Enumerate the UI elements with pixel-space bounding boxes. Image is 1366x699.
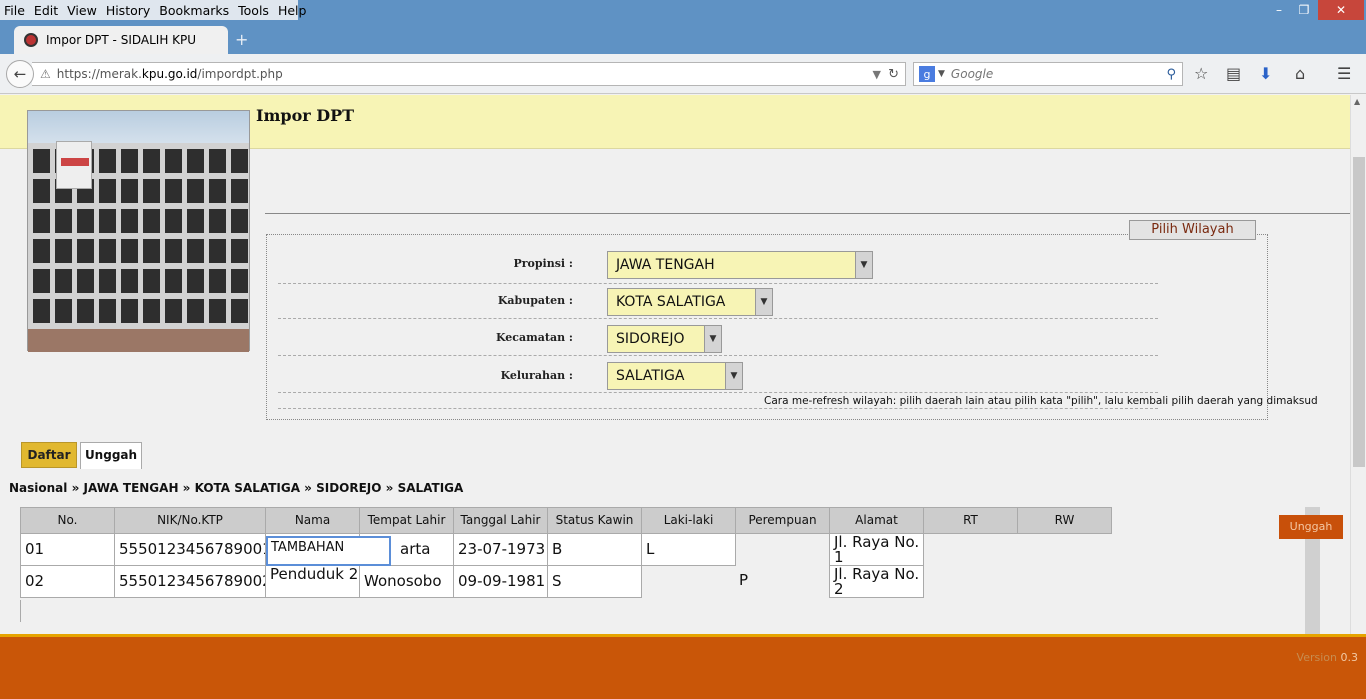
table-header: NIK/No.KTP [114, 507, 266, 534]
table-cell[interactable]: Penduduk 2 [265, 565, 360, 598]
table-bottom-border [20, 600, 1310, 622]
propinsi-label: Propinsi : [513, 257, 573, 270]
region-row-kecamatan: Kecamatan : SIDOREJO ▼ [278, 319, 1158, 356]
menu-history[interactable]: History [106, 3, 150, 18]
table-cell[interactable]: 01 [20, 533, 115, 566]
warning-icon: ⚠ [40, 67, 51, 81]
table-header: Tempat Lahir [359, 507, 454, 534]
table-header: RW [1017, 507, 1112, 534]
menu-bookmarks[interactable]: Bookmarks [159, 3, 229, 18]
breadcrumb: Nasional » JAWA TENGAH » KOTA SALATIGA »… [9, 481, 464, 495]
table-cell[interactable]: S [547, 565, 642, 598]
table-header: RT [923, 507, 1018, 534]
search-input[interactable] [950, 67, 1151, 81]
menu-bar: File Edit View History Bookmarks Tools H… [0, 0, 306, 20]
page-scrollbar[interactable]: ▲ [1350, 95, 1366, 634]
region-row-kelurahan: Kelurahan : SALATIGA ▼ [278, 356, 1158, 393]
kabupaten-select[interactable]: KOTA SALATIGA ▼ [607, 288, 773, 316]
bookmark-star-icon[interactable]: ☆ [1194, 64, 1208, 83]
navigation-bar: ⚠ https://merak.kpu.go.id/impordpt.php ▼… [0, 54, 1366, 94]
reload-icon[interactable]: ↻ [888, 67, 899, 82]
home-icon[interactable]: ⌂ [1295, 64, 1305, 83]
back-button[interactable]: ← [6, 60, 34, 88]
table-header: Nama [265, 507, 360, 534]
bookmarks-list-icon[interactable]: ▤ [1226, 64, 1241, 83]
page-content: Impor DPT Pilih Wilayah Propinsi : JAWA … [0, 95, 1350, 634]
divider [265, 213, 1350, 214]
url-text: https://merak.kpu.go.id/impordpt.php [56, 67, 283, 81]
chevron-down-icon: ▼ [704, 326, 721, 352]
kpu-building-photo [27, 110, 250, 352]
google-icon[interactable]: g [919, 66, 935, 82]
chevron-down-icon: ▼ [755, 289, 772, 315]
table-header: No. [20, 507, 115, 534]
arrow-left-icon: ← [13, 65, 27, 83]
table-cell[interactable]: Wonosobo [359, 565, 454, 598]
scrollbar-thumb[interactable] [1353, 157, 1365, 467]
table-cell[interactable]: 23-07-1973 [453, 533, 548, 566]
scroll-up-icon[interactable]: ▲ [1354, 97, 1360, 106]
favicon-icon [24, 33, 38, 47]
table-header: Status Kawin [547, 507, 642, 534]
table-cell[interactable]: 09-09-1981 [453, 565, 548, 598]
kabupaten-label: Kabupaten : [497, 294, 573, 307]
table-header: Tanggal Lahir [453, 507, 548, 534]
kecamatan-label: Kecamatan : [495, 331, 573, 344]
propinsi-select[interactable]: JAWA TENGAH ▼ [607, 251, 873, 279]
region-row-kabupaten: Kabupaten : KOTA SALATIGA ▼ [278, 284, 1158, 319]
table-header: Laki-laki [641, 507, 736, 534]
table-cell[interactable]: 5550123456789002 [114, 565, 266, 598]
search-engine-dropdown-icon[interactable]: ▼ [938, 69, 945, 79]
table-cell[interactable]: L [641, 533, 736, 566]
hamburger-menu-icon[interactable]: ☰ [1337, 64, 1351, 83]
url-bar[interactable]: ⚠ https://merak.kpu.go.id/impordpt.php ▼… [32, 62, 906, 86]
upload-button[interactable]: Unggah [1279, 515, 1343, 539]
kecamatan-select[interactable]: SIDOREJO ▼ [607, 325, 722, 353]
new-tab-button[interactable]: + [235, 30, 248, 49]
chevron-down-icon: ▼ [855, 252, 872, 278]
table-cell[interactable] [641, 565, 736, 598]
minimize-button[interactable]: – [1266, 0, 1292, 20]
region-legend: Pilih Wilayah [1129, 220, 1256, 240]
table-cell[interactable]: 5550123456789001 [114, 533, 266, 566]
menu-file[interactable]: File [4, 3, 25, 18]
menu-view[interactable]: View [67, 3, 97, 18]
maximize-button[interactable]: ❐ [1292, 0, 1316, 20]
search-icon[interactable]: ⚲ [1166, 67, 1176, 82]
table-cell[interactable]: Jl. Raya No. 1 [829, 533, 924, 566]
kelurahan-select[interactable]: SALATIGA ▼ [607, 362, 743, 390]
tab-strip: Impor DPT - SIDALIH KPU + [0, 24, 1366, 54]
chevron-down-icon: ▼ [725, 363, 742, 389]
kelurahan-label: Kelurahan : [500, 369, 573, 382]
table-header: Alamat [829, 507, 924, 534]
table-cell[interactable] [735, 533, 830, 566]
url-dropdown-icon[interactable]: ▼ [873, 68, 881, 81]
close-button[interactable]: ✕ [1318, 0, 1364, 20]
table-header: Perempuan [735, 507, 830, 534]
download-icon[interactable]: ⬇ [1259, 64, 1272, 83]
table-cell[interactable]: B [547, 533, 642, 566]
version-text: Version 0.3 [1296, 651, 1358, 664]
search-bar[interactable]: g ▼ ⚲ [913, 62, 1183, 86]
cell-edit-input[interactable]: TAMBAHAN [266, 536, 391, 566]
region-row-propinsi: Propinsi : JAWA TENGAH ▼ [278, 250, 1158, 284]
menu-edit[interactable]: Edit [34, 3, 58, 18]
browser-tab-active[interactable]: Impor DPT - SIDALIH KPU [14, 26, 228, 54]
tab-unggah[interactable]: Unggah [80, 442, 142, 469]
menu-tools[interactable]: Tools [238, 3, 269, 18]
refresh-note: Cara me-refresh wilayah: pilih daerah la… [764, 395, 1318, 407]
menu-help[interactable]: Help [278, 3, 307, 18]
footer: Version 0.3 [0, 634, 1366, 699]
tab-title: Impor DPT - SIDALIH KPU [46, 33, 197, 47]
table-cell[interactable]: 02 [20, 565, 115, 598]
tab-daftar[interactable]: Daftar [21, 442, 77, 468]
page-title: Impor DPT [256, 106, 355, 125]
table-cell[interactable]: P [735, 565, 830, 598]
table-cell[interactable]: Jl. Raya No. 2 [829, 565, 924, 598]
